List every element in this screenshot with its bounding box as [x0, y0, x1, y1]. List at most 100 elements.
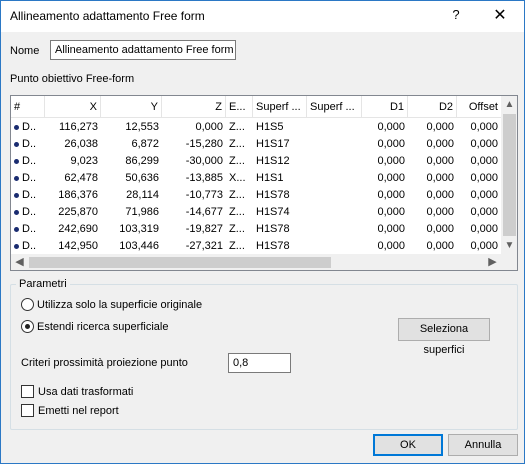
cell-text: -14,677	[185, 206, 223, 218]
cell-text: 0,000	[470, 172, 498, 184]
table-cell: 62,478	[45, 170, 101, 187]
radio-extend-icon[interactable]	[21, 320, 34, 333]
point-dot-icon	[14, 158, 19, 164]
table-cell: 0,000	[162, 119, 226, 136]
table-cell: D..	[11, 238, 45, 255]
table-cell: D..	[11, 153, 45, 170]
table-cell: Z...	[226, 153, 253, 170]
cell-text: 0,000	[195, 121, 223, 133]
table-cell: H1S78	[253, 187, 307, 204]
scroll-up-icon[interactable]: ▲	[501, 96, 517, 113]
table-row[interactable]: D.. 186,376 28,114 -10,773 Z... H1S78 0,000 0,0…	[11, 187, 501, 204]
table-cell: 0,000	[362, 187, 408, 204]
radio-original-surface[interactable]: Utilizza solo la superficie originale	[21, 298, 202, 311]
check-emit-report[interactable]: Emetti nel report	[21, 404, 119, 417]
horizontal-scrollbar[interactable]: ◀ ▶	[11, 254, 501, 270]
table-cell: 0,000	[408, 187, 457, 204]
cell-text: Z...	[229, 121, 245, 133]
table-cell: 0,000	[408, 238, 457, 255]
cell-text: -13,885	[185, 172, 223, 184]
section-label: Punto obiettivo Free-form	[10, 73, 135, 85]
cell-text: 86,299	[125, 155, 159, 167]
col-header-z[interactable]: Z	[162, 96, 226, 117]
cell-text: X...	[229, 172, 246, 184]
table-row[interactable]: D.. 225,870 71,986 -14,677 Z... H1S74 0,000 0,0…	[11, 204, 501, 221]
close-button[interactable]: ✕	[485, 5, 515, 27]
help-button[interactable]: ?	[444, 7, 468, 27]
cell-text: H1S17	[256, 138, 290, 150]
col-header-y[interactable]: Y	[101, 96, 162, 117]
cell-text: D..	[22, 172, 37, 184]
col-header-d1[interactable]: D1	[362, 96, 408, 117]
col-header-d2[interactable]: D2	[408, 96, 457, 117]
table-cell: D..	[11, 119, 45, 136]
ok-button[interactable]: OK	[373, 434, 443, 456]
col-header-surface-1[interactable]: Superf ...	[253, 96, 307, 117]
cell-text: Z...	[229, 206, 245, 218]
col-header-x[interactable]: X	[45, 96, 101, 117]
table-cell: 86,299	[101, 153, 162, 170]
criteria-input[interactable]: 0,8	[228, 353, 291, 373]
table-cell: 116,273	[45, 119, 101, 136]
cell-text: 0,000	[426, 155, 454, 167]
checkbox-report-icon[interactable]	[21, 404, 34, 417]
check-transformed-data[interactable]: Usa dati trasformati	[21, 385, 133, 398]
table-cell	[307, 238, 362, 255]
col-header-e[interactable]: E...	[226, 96, 253, 117]
points-grid[interactable]: # X Y Z E... Superf ... Superf ... D1 D2…	[10, 95, 518, 271]
scroll-right-icon[interactable]: ▶	[484, 254, 501, 270]
cell-text: 0,000	[470, 155, 498, 167]
vertical-scrollbar[interactable]: ▲ ▼	[501, 96, 517, 255]
horizontal-scroll-thumb[interactable]	[29, 257, 331, 268]
cell-text: 26,038	[64, 138, 98, 150]
table-row[interactable]: D.. 26,038 6,872 -15,280 Z... H1S17 0,000 0,000…	[11, 136, 501, 153]
cell-text: -30,000	[185, 155, 223, 167]
cell-text: 0,000	[377, 206, 405, 218]
table-cell: -14,677	[162, 204, 226, 221]
cell-text: H1S74	[256, 206, 290, 218]
radio-extend-search[interactable]: Estendi ricerca superficiale	[21, 320, 168, 333]
table-row[interactable]: D.. 62,478 50,636 -13,885 X... H1S1 0,000 0,000…	[11, 170, 501, 187]
cancel-button[interactable]: Annulla	[448, 434, 518, 456]
table-row[interactable]: D.. 116,273 12,553 0,000 Z... H1S5 0,000 0,000 0…	[11, 119, 501, 136]
select-surfaces-button[interactable]: Seleziona superfici	[398, 318, 490, 356]
cell-text: 0,000	[377, 189, 405, 201]
radio-original-label: Utilizza solo la superficie originale	[37, 298, 203, 311]
table-cell: 6,872	[101, 136, 162, 153]
cell-text: 0,000	[470, 121, 498, 133]
cell-text: 0,000	[470, 206, 498, 218]
scroll-down-icon[interactable]: ▼	[501, 237, 517, 254]
col-header-offset[interactable]: Offset	[457, 96, 501, 117]
table-row[interactable]: D.. 9,023 86,299 -30,000 Z... H1S12 0,000 0,000…	[11, 153, 501, 170]
radio-original-icon[interactable]	[21, 298, 34, 311]
table-cell: H1S74	[253, 204, 307, 221]
cell-text: 0,000	[377, 240, 405, 252]
cell-text: D..	[22, 155, 37, 167]
point-dot-icon	[14, 192, 19, 198]
table-row[interactable]: D.. 142,950 103,446 -27,321 Z... H1S78 0,000 0,…	[11, 238, 501, 255]
cell-text: H1S78	[256, 189, 290, 201]
point-dot-icon	[14, 209, 19, 215]
table-cell: 0,000	[457, 153, 501, 170]
window-title: Allineamento adattamento Free form	[10, 9, 205, 23]
table-cell	[307, 136, 362, 153]
table-cell: X...	[226, 170, 253, 187]
vertical-scroll-thumb[interactable]	[503, 114, 516, 236]
scroll-left-icon[interactable]: ◀	[11, 254, 28, 270]
cell-text: H1S78	[256, 223, 290, 235]
table-cell: 186,376	[45, 187, 101, 204]
cell-text: D..	[22, 138, 37, 150]
table-cell: 0,000	[457, 204, 501, 221]
nome-input[interactable]: Allineamento adattamento Free form 1	[50, 40, 236, 60]
cell-text: 71,986	[125, 206, 159, 218]
cell-text: 0,000	[426, 172, 454, 184]
table-cell: 0,000	[362, 170, 408, 187]
checkbox-transformed-icon[interactable]	[21, 385, 34, 398]
col-header-num[interactable]: #	[11, 96, 45, 117]
cell-text: 0,000	[377, 121, 405, 133]
table-row[interactable]: D.. 242,690 103,319 -19,827 Z... H1S78 0,000 0,…	[11, 221, 501, 238]
table-cell: 50,636	[101, 170, 162, 187]
col-header-surface-2[interactable]: Superf ...	[307, 96, 362, 117]
table-cell: 26,038	[45, 136, 101, 153]
point-dot-icon	[14, 124, 19, 130]
